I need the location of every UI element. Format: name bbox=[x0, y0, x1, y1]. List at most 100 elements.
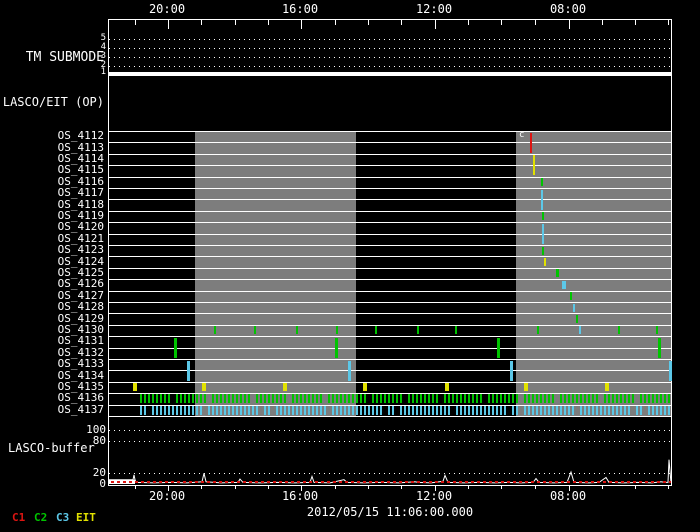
event-mark bbox=[579, 326, 581, 334]
row-label: OS_4115 bbox=[57, 163, 104, 176]
bottom-axis-minor-tick bbox=[668, 486, 669, 489]
time-label-bottom: 20:00 bbox=[148, 489, 186, 503]
row-separator bbox=[109, 177, 671, 178]
bottom-axis-minor-tick bbox=[535, 486, 536, 489]
row-separator bbox=[109, 199, 671, 200]
comb-tick bbox=[620, 394, 622, 403]
bottom-axis-minor-tick bbox=[468, 486, 469, 489]
row-label: OS_4137 bbox=[57, 403, 104, 416]
bottom-axis-minor-tick bbox=[368, 486, 369, 489]
comb-tick bbox=[476, 406, 478, 415]
plot-area: c bbox=[108, 19, 672, 491]
comb-tick bbox=[304, 406, 306, 415]
top-axis-major-tick bbox=[435, 20, 436, 29]
comb-tick bbox=[272, 394, 274, 403]
top-axis-minor-tick bbox=[602, 20, 603, 25]
comb-tick bbox=[400, 394, 402, 403]
comb-tick bbox=[376, 406, 378, 415]
comb-tick bbox=[184, 394, 186, 403]
comb-tick bbox=[576, 394, 578, 403]
comb-tick bbox=[240, 394, 242, 403]
comb-tick bbox=[196, 394, 198, 403]
comb-tick bbox=[224, 406, 226, 415]
comb-tick bbox=[152, 394, 154, 403]
row-separator bbox=[109, 348, 671, 349]
comb-tick bbox=[548, 406, 550, 415]
comb-tick bbox=[192, 394, 194, 403]
comb-tick bbox=[452, 394, 454, 403]
comb-tick bbox=[388, 394, 390, 403]
comb-tick bbox=[544, 394, 546, 403]
comb-tick bbox=[364, 394, 366, 403]
comb-tick bbox=[652, 406, 654, 415]
comb-tick bbox=[536, 394, 538, 403]
comb-tick bbox=[584, 394, 586, 403]
top-axis-minor-tick bbox=[668, 20, 669, 25]
comb-tick bbox=[580, 406, 582, 415]
event-mark bbox=[510, 361, 513, 381]
event-mark bbox=[605, 383, 609, 391]
tm-ytick-label: 4 bbox=[100, 42, 106, 52]
top-axis-minor-tick bbox=[135, 20, 136, 25]
comb-tick bbox=[420, 406, 422, 415]
row-separator bbox=[109, 165, 671, 166]
comb-tick bbox=[528, 406, 530, 415]
comb-tick bbox=[564, 406, 566, 415]
row-separator bbox=[109, 279, 671, 280]
comb-tick bbox=[292, 406, 294, 415]
top-axis-minor-tick bbox=[201, 20, 202, 25]
comb-tick bbox=[532, 394, 534, 403]
event-mark bbox=[133, 383, 137, 391]
row-label: OS_4131 bbox=[57, 334, 104, 347]
event-mark bbox=[542, 224, 544, 244]
comb-tick bbox=[644, 394, 646, 403]
comb-tick bbox=[640, 394, 642, 403]
comb-tick bbox=[508, 394, 510, 403]
bottom-axis-minor-tick bbox=[401, 486, 402, 489]
comb-tick bbox=[304, 394, 306, 403]
comb-tick bbox=[660, 406, 662, 415]
row-separator bbox=[109, 222, 671, 223]
bottom-axis-minor-tick bbox=[201, 486, 202, 489]
comb-tick bbox=[244, 394, 246, 403]
time-label-top: 08:00 bbox=[549, 2, 587, 16]
comb-tick bbox=[232, 394, 234, 403]
comb-tick bbox=[216, 394, 218, 403]
comb-tick bbox=[496, 394, 498, 403]
comb-tick bbox=[320, 394, 322, 403]
comb-tick bbox=[264, 394, 266, 403]
comb-tick bbox=[500, 406, 502, 415]
comb-tick bbox=[164, 394, 166, 403]
row-separator bbox=[109, 325, 671, 326]
comb-tick bbox=[412, 394, 414, 403]
comb-tick bbox=[472, 406, 474, 415]
event-mark bbox=[669, 361, 672, 381]
row-label: OS_4120 bbox=[57, 220, 104, 233]
comb-tick bbox=[360, 406, 362, 415]
comb-tick bbox=[356, 406, 358, 415]
comb-tick bbox=[536, 406, 538, 415]
event-mark bbox=[556, 269, 559, 277]
comb-tick bbox=[284, 394, 286, 403]
lasco-telemetry-monitor: c TM SUBMODE LASCO/EIT (OP) LASCO-buffer… bbox=[0, 0, 700, 532]
event-mark bbox=[570, 292, 572, 300]
comb-tick bbox=[288, 406, 290, 415]
row-separator bbox=[109, 131, 671, 132]
row-separator bbox=[109, 188, 671, 189]
comb-tick bbox=[168, 406, 170, 415]
comb-tick bbox=[568, 406, 570, 415]
comb-tick bbox=[556, 406, 558, 415]
comb-tick bbox=[192, 406, 194, 415]
comb-tick bbox=[164, 406, 166, 415]
comb-tick bbox=[588, 394, 590, 403]
comb-tick bbox=[212, 406, 214, 415]
event-mark bbox=[336, 326, 338, 334]
comb-tick bbox=[436, 394, 438, 403]
comb-tick bbox=[464, 406, 466, 415]
comb-tick bbox=[300, 406, 302, 415]
comb-tick bbox=[376, 394, 378, 403]
comb-tick bbox=[312, 394, 314, 403]
comb-tick bbox=[236, 394, 238, 403]
comb-tick bbox=[460, 406, 462, 415]
event-mark bbox=[618, 326, 620, 334]
